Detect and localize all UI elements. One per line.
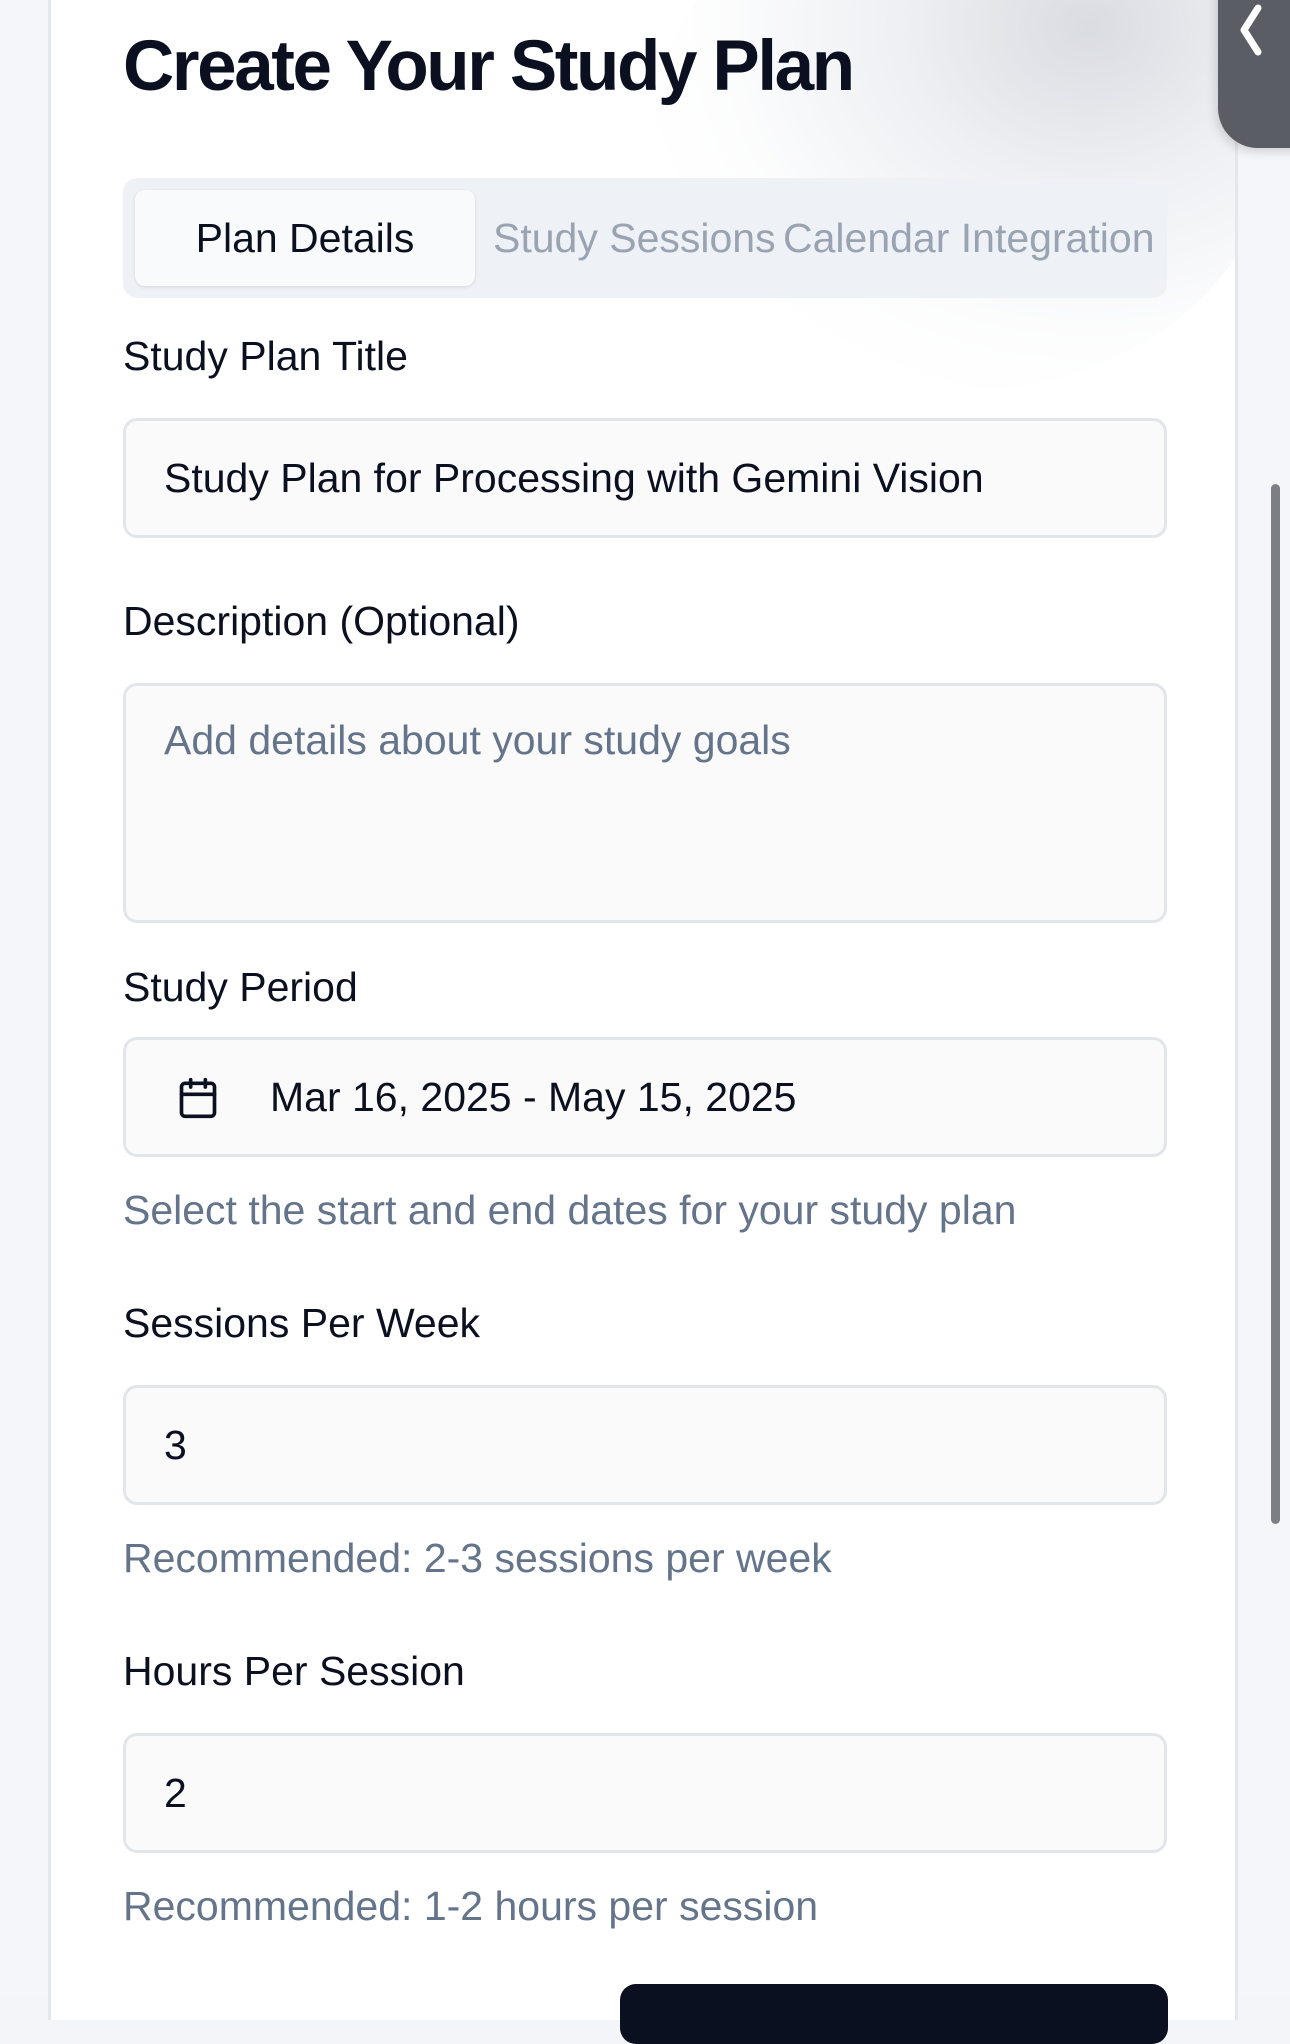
- submit-button[interactable]: [620, 1984, 1168, 2044]
- tab-list: Plan Details Study Sessions Calendar Int…: [123, 178, 1167, 298]
- tab-study-sessions[interactable]: Study Sessions: [493, 190, 776, 286]
- tab-plan-details[interactable]: Plan Details: [135, 190, 475, 286]
- study-period-hint: Select the start and end dates for your …: [123, 1187, 1017, 1233]
- study-period-label: Study Period: [123, 964, 358, 1010]
- page-title: Create Your Study Plan: [123, 27, 855, 106]
- sessions-per-week-input[interactable]: [123, 1385, 1167, 1505]
- sessions-per-week-label: Sessions Per Week: [123, 1300, 481, 1346]
- tab-calendar-integration[interactable]: Calendar Integration: [783, 190, 1155, 286]
- study-plan-title-input[interactable]: [123, 418, 1167, 538]
- study-plan-title-label: Study Plan Title: [123, 333, 408, 379]
- study-period-value: Mar 16, 2025 - May 15, 2025: [270, 1074, 797, 1120]
- chevron-left-icon: [1240, 4, 1262, 56]
- hours-per-session-input[interactable]: [123, 1733, 1167, 1853]
- hours-per-session-hint: Recommended: 1-2 hours per session: [123, 1883, 819, 1929]
- description-textarea[interactable]: [123, 683, 1167, 923]
- scrollbar-thumb[interactable]: [1271, 484, 1280, 1524]
- calendar-icon: [179, 1077, 217, 1119]
- study-period-date-picker[interactable]: Mar 16, 2025 - May 15, 2025: [123, 1037, 1167, 1157]
- sessions-per-week-hint: Recommended: 2-3 sessions per week: [123, 1535, 832, 1581]
- hours-per-session-label: Hours Per Session: [123, 1648, 465, 1694]
- description-label: Description (Optional): [123, 598, 520, 644]
